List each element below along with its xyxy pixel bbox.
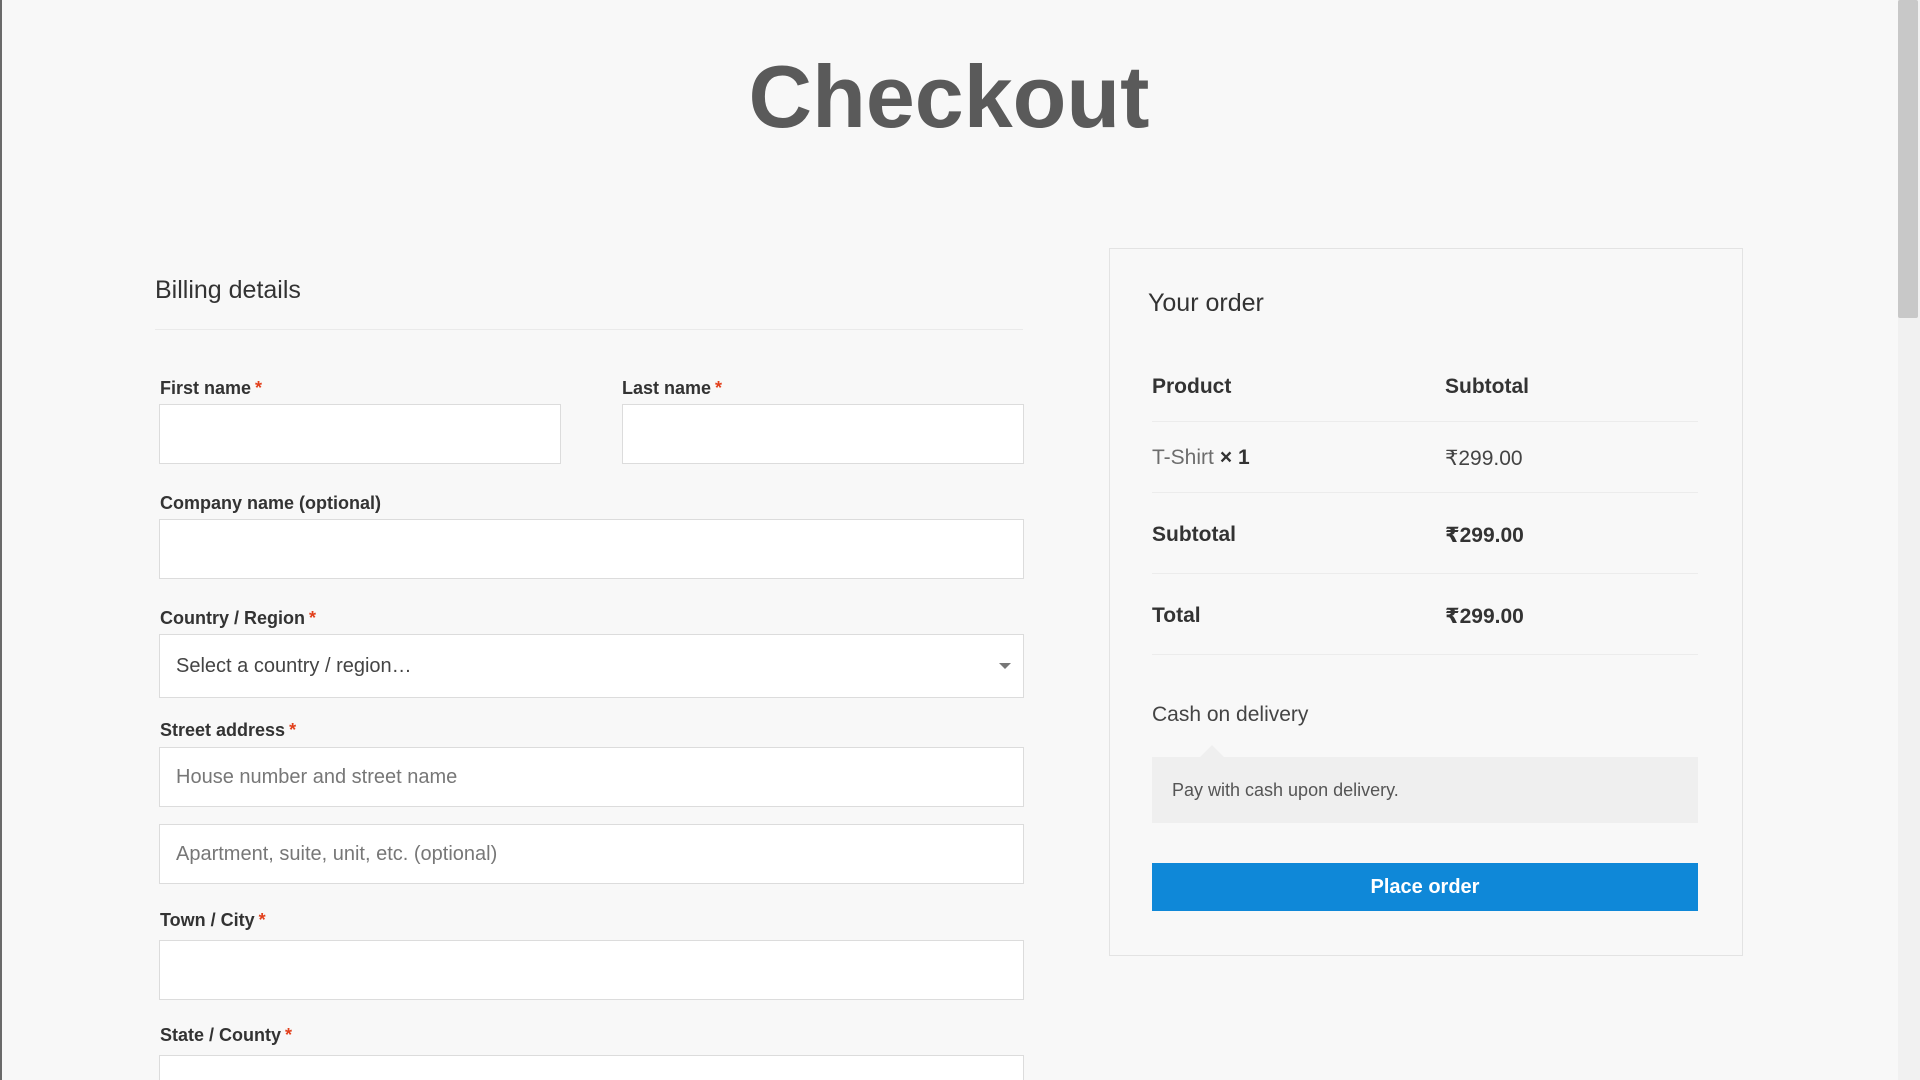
chevron-down-icon xyxy=(999,663,1011,669)
subtotal-label: Subtotal xyxy=(1152,523,1236,546)
order-heading: Your order xyxy=(1148,289,1264,317)
town-city-input[interactable] xyxy=(159,940,1024,1000)
required-mark: * xyxy=(258,910,266,930)
state-county-input[interactable] xyxy=(159,1055,1024,1080)
required-mark: * xyxy=(309,608,317,628)
column-header-product: Product xyxy=(1152,375,1232,398)
total-value: ₹299.00 xyxy=(1445,605,1524,628)
order-item-price: ₹299.00 xyxy=(1445,447,1523,470)
first-name-input[interactable] xyxy=(159,404,561,464)
country-region-selected-value: Select a country / region… xyxy=(176,654,412,677)
required-mark: * xyxy=(285,1025,293,1045)
total-label: Total xyxy=(1152,604,1201,627)
order-subtotal-row: Subtotal ₹299.00 xyxy=(1152,493,1698,574)
country-region-select[interactable]: Select a country / region… xyxy=(159,634,1024,698)
country-region-label: Country / Region * xyxy=(160,608,316,629)
required-mark: * xyxy=(715,378,723,398)
last-name-label: Last name * xyxy=(622,378,722,399)
first-name-label-text: First name xyxy=(160,378,252,398)
page-title: Checkout xyxy=(748,47,1150,146)
street-address-line1-input[interactable] xyxy=(159,747,1024,807)
last-name-input[interactable] xyxy=(622,404,1024,464)
scrollbar-thumb[interactable] xyxy=(1898,0,1918,318)
required-mark: * xyxy=(255,378,263,398)
payment-method-description: Pay with cash upon delivery. xyxy=(1152,745,1698,823)
order-table-header: Product Subtotal xyxy=(1152,345,1698,422)
place-order-button[interactable]: Place order xyxy=(1152,863,1698,911)
country-region-label-text: Country / Region xyxy=(160,608,305,628)
street-address-line2-input[interactable] xyxy=(159,824,1024,884)
state-county-label-text: State / County xyxy=(160,1025,282,1045)
order-review-panel: Your order Product Subtotal T-Shirt × 1 ₹… xyxy=(1109,248,1743,956)
town-city-label-text: Town / City xyxy=(160,910,255,930)
last-name-label-text: Last name xyxy=(622,378,712,398)
town-city-label: Town / City * xyxy=(160,910,266,931)
required-mark: * xyxy=(289,720,297,740)
first-name-label: First name * xyxy=(160,378,262,399)
street-address-label-text: Street address xyxy=(160,720,286,740)
billing-details-section: Billing details xyxy=(155,276,1023,330)
column-header-subtotal: Subtotal xyxy=(1445,375,1529,398)
order-item-row: T-Shirt × 1 ₹299.00 xyxy=(1152,422,1698,493)
state-county-label: State / County * xyxy=(160,1025,292,1046)
company-name-input[interactable] xyxy=(159,519,1024,579)
order-item-qty: × 1 xyxy=(1219,446,1250,469)
order-total-row: Total ₹299.00 xyxy=(1152,574,1698,655)
window-left-edge xyxy=(0,0,2,1080)
subtotal-value: ₹299.00 xyxy=(1445,524,1524,547)
order-table: Product Subtotal T-Shirt × 1 ₹299.00 Subt… xyxy=(1152,345,1698,655)
company-name-label: Company name (optional) xyxy=(160,493,382,513)
billing-heading: Billing details xyxy=(155,276,1023,330)
page-scrollbar[interactable] xyxy=(1898,0,1920,1080)
street-address-label: Street address * xyxy=(160,720,296,741)
item-name-text: T-Shirt xyxy=(1152,446,1214,469)
payment-method-cash-on-delivery[interactable]: Cash on delivery xyxy=(1152,703,1308,727)
order-item-name: T-Shirt × 1 xyxy=(1152,446,1250,470)
